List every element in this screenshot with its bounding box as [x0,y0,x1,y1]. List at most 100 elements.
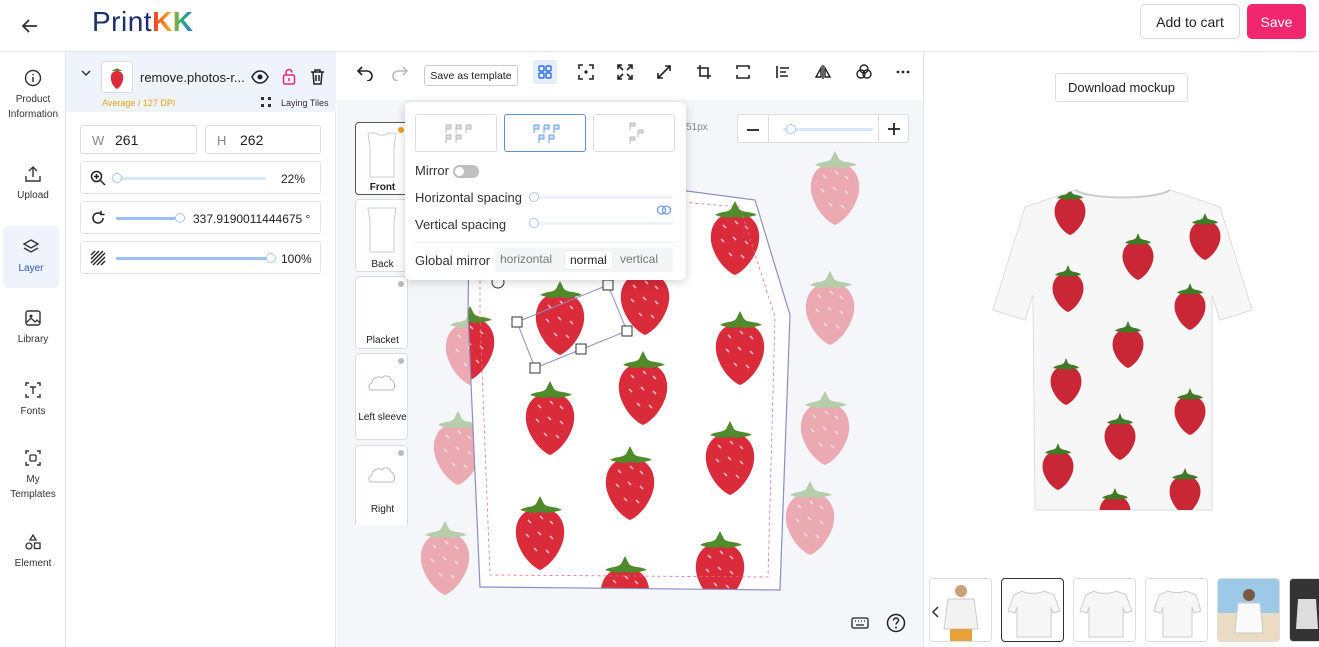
canvas-zoom-handle[interactable] [786,124,796,134]
side-placket[interactable]: Placket [355,276,408,349]
template-icon [25,450,41,466]
tile-mode-offset[interactable] [504,114,586,152]
shapes-icon [25,533,41,550]
height-field[interactable]: H 262 [205,125,321,154]
side-right-sleeve[interactable]: Right [355,445,408,525]
image-icon [25,310,41,326]
nav-my-templates[interactable]: My Templates [0,449,66,509]
mockup-thumb-4[interactable] [1145,578,1208,642]
status-dot [398,281,404,287]
keyboard-icon[interactable] [849,612,871,634]
zoom-slider-handle[interactable] [112,173,122,183]
left-nav: Product Information Upload Layer Library… [0,52,66,647]
mockup-thumb-5[interactable] [1217,578,1280,642]
logo-kk: KK [152,6,194,37]
rotation-slider-handle[interactable] [175,213,185,223]
status-dot [398,450,404,456]
status-dot [398,127,404,133]
horizontal-spacing-handle[interactable] [529,192,539,202]
rotation-value[interactable]: 337.9190011444675 ° [193,212,310,226]
eye-icon[interactable] [251,69,269,85]
crop-icon[interactable] [692,60,716,84]
lock-icon[interactable] [282,68,296,85]
layer-item[interactable]: remove.photos-r... Average / 127 DPI Lay… [66,52,336,112]
align-icon[interactable] [771,60,795,84]
expand-icon[interactable] [652,60,676,84]
global-mirror-label: Global mirror [415,253,491,268]
tile-settings-popup: Mirror Horizontal spacing Vertical spaci… [405,102,686,280]
side-back[interactable]: Back [355,199,408,272]
tile-mode-column[interactable] [593,114,675,152]
save-button[interactable]: Save [1247,4,1306,39]
width-field[interactable]: W 261 [80,125,197,154]
tiles-icon [261,97,271,107]
top-bar: PrintKK Add to cart Save [0,0,1319,52]
flip-icon[interactable] [811,60,835,84]
flags-grid-icon [445,124,472,143]
back-arrow-icon[interactable] [14,10,46,42]
nav-element[interactable]: Element [0,533,66,583]
layer-thumbnail [101,61,133,93]
global-mirror-vertical[interactable]: vertical [615,250,663,270]
mockup-thumb-2[interactable] [1001,578,1064,642]
nav-label: Element [14,558,52,569]
logo[interactable]: PrintKK [92,6,194,38]
rotation-slider-row: 337.9190011444675 ° [80,201,321,234]
download-mockup-button[interactable]: Download mockup [1055,73,1188,102]
chevron-left-icon[interactable] [931,606,941,618]
frame-icon[interactable] [731,60,755,84]
opacity-icon [90,250,106,266]
global-mirror-normal[interactable]: normal [564,250,613,270]
zoom-value: 22% [281,172,306,186]
redo-icon[interactable] [388,60,412,84]
height-value: 262 [240,132,264,148]
fit-icon[interactable] [613,60,637,84]
rotate-icon [92,211,105,224]
tshirt-mockup [992,189,1253,511]
tile-mode-grid[interactable] [415,114,497,152]
canvas-zoom-control [737,114,909,143]
link-icon[interactable] [656,204,672,216]
chevron-down-icon[interactable] [80,68,92,78]
save-as-template-button[interactable]: Save as template [424,65,518,86]
plus-icon[interactable] [887,122,901,136]
undo-icon[interactable] [353,60,377,84]
canvas-zoom-track [783,128,873,131]
nav-upload[interactable]: Upload [0,165,66,215]
nav-layer[interactable]: Layer [3,226,59,288]
minus-icon[interactable] [746,123,760,137]
nav-product-information[interactable]: Product Information [0,69,66,129]
mirror-toggle[interactable] [453,165,479,178]
focus-icon[interactable] [574,60,598,84]
help-icon[interactable] [885,612,907,634]
flags-offset-icon [533,124,560,143]
color-blend-icon[interactable] [852,60,876,84]
vertical-spacing-handle[interactable] [529,218,539,228]
side-front[interactable]: Front [355,122,408,195]
text-icon [25,382,41,398]
laying-tiles-label[interactable]: Laying Tiles [281,98,329,108]
zoom-in-icon [90,170,106,186]
nav-label: Library [17,334,49,345]
nav-label: Upload [17,190,49,201]
mockup-thumb-6[interactable] [1289,578,1319,642]
nav-library[interactable]: Library [0,309,66,359]
tile-icon[interactable] [533,60,557,84]
nav-fonts[interactable]: Fonts [0,381,66,431]
dpi-indicator: Average / 127 DPI [102,98,176,108]
nav-label: Fonts [20,406,46,417]
more-icon[interactable] [891,60,915,84]
upload-icon [25,166,41,182]
side-label: Back [371,259,394,270]
opacity-value: 100% [281,252,312,266]
trash-icon[interactable] [310,68,325,85]
vertical-spacing-label: Vertical spacing [415,217,507,232]
opacity-slider-handle[interactable] [266,253,276,263]
mockup-thumb-3[interactable] [1073,578,1136,642]
flags-column-icon [629,122,644,144]
zoom-slider-row: 22% [80,161,321,194]
width-key: W [92,133,105,148]
add-to-cart-button[interactable]: Add to cart [1140,4,1240,39]
global-mirror-horizontal[interactable]: horizontal [495,250,557,270]
side-left-sleeve[interactable]: Left sleeve [355,353,408,440]
